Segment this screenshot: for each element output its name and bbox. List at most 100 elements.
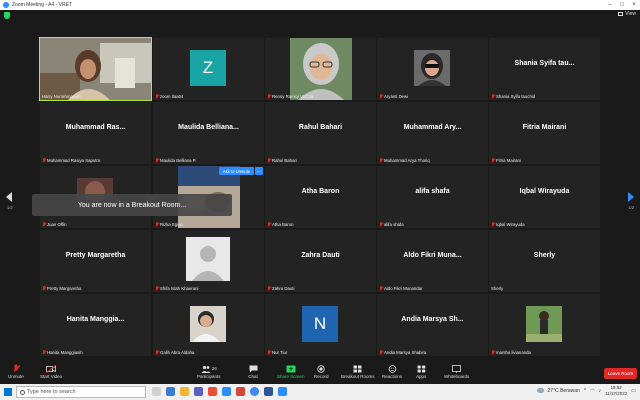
- zoom-taskbar-icon[interactable]: [278, 387, 287, 396]
- mic-muted-icon: [267, 94, 271, 99]
- meeting-top-strip: View: [0, 10, 640, 22]
- system-tray: 27°C Berawan ^ ◠ ♪ 18:52 11/17/2022 ▭: [536, 385, 636, 396]
- mic-muted-icon: [379, 350, 383, 355]
- video-tile[interactable]: Fitria Mairani Fitria Mairani: [489, 102, 600, 164]
- chat-button[interactable]: Chat: [248, 364, 258, 379]
- chrome-icon[interactable]: [250, 387, 259, 396]
- taskbar-clock[interactable]: 18:52 11/17/2022: [605, 385, 627, 396]
- video-tile[interactable]: Harry Nurrahmawati: [39, 37, 152, 101]
- view-label: View: [625, 11, 636, 17]
- security-shield-icon[interactable]: [4, 12, 10, 19]
- participant-name-label: Zahra Dauti: [267, 286, 294, 291]
- store-icon[interactable]: [194, 387, 203, 396]
- participant-photo: [190, 306, 226, 342]
- file-explorer-icon[interactable]: [180, 387, 189, 396]
- participants-icon: 26: [199, 364, 219, 373]
- reactions-button[interactable]: Reactions: [382, 364, 402, 379]
- gallery-view: Harry Nurrahmawati Z zoom tlaa04 Renny R…: [0, 22, 640, 362]
- mail-icon[interactable]: [208, 387, 217, 396]
- zoom-logo-icon: [3, 2, 9, 8]
- participant-name-label: Sherly: [491, 286, 504, 291]
- volume-icon[interactable]: ♪: [599, 388, 602, 394]
- participant-display-name: Sherly: [533, 252, 556, 259]
- video-tile[interactable]: Maulida Belliana... Maulida Belliana P.: [153, 102, 264, 164]
- edge-icon[interactable]: [166, 387, 175, 396]
- default-avatar-icon: [186, 237, 230, 281]
- previous-page-arrow[interactable]: [6, 192, 12, 202]
- video-tile[interactable]: Atha Baron Atha Baron: [265, 166, 376, 228]
- wifi-icon[interactable]: ◠: [590, 388, 594, 394]
- mic-muted-icon: [379, 222, 383, 227]
- participant-display-name: Iqbal Wirayuda: [519, 188, 570, 195]
- mic-muted-icon: [491, 350, 495, 355]
- mic-off-icon: [11, 364, 21, 373]
- minimize-icon[interactable]: –: [604, 2, 616, 8]
- video-tile[interactable]: Sherly Sherly: [489, 230, 600, 292]
- participant-name-label: Galih Abra Aldaha: [155, 350, 194, 355]
- participant-display-name: Hanita Manggia...: [66, 316, 125, 323]
- start-video-button[interactable]: Start Video: [40, 364, 62, 379]
- video-off-icon: [46, 364, 57, 373]
- windows-start-icon[interactable]: [4, 388, 12, 396]
- leave-room-button[interactable]: Leave Room: [604, 368, 637, 379]
- video-tile[interactable]: Shifa Islah Khaerani: [153, 230, 264, 292]
- notification-icon[interactable]: ▭: [631, 388, 636, 394]
- word-icon[interactable]: [264, 387, 273, 396]
- close-icon[interactable]: ×: [628, 2, 640, 8]
- taskbar-search-input[interactable]: Type here to search: [16, 386, 146, 398]
- search-icon: [20, 390, 25, 395]
- participant-name-label: Rizka Egian: [155, 222, 183, 227]
- view-button[interactable]: View: [618, 11, 636, 17]
- breakout-rooms-button[interactable]: Breakout Rooms: [341, 364, 375, 379]
- video-tile[interactable]: Andia Marsya Sh... Andia Marsya Shabira: [377, 294, 488, 356]
- participant-display-name: Shania Syifa tau...: [514, 60, 575, 67]
- video-tile[interactable]: Z zoom tlaa04: [153, 38, 264, 100]
- mic-muted-icon: [42, 350, 46, 355]
- video-tile[interactable]: Iqbal Wirayuda Iqbal Wirayuda: [489, 166, 600, 228]
- video-tile[interactable]: Renny Ramsy VI/Cha: [265, 38, 376, 100]
- mic-muted-icon: [491, 94, 495, 99]
- mic-muted-icon: [155, 222, 159, 227]
- video-tile[interactable]: Rahul Bahari Rahul Bahari: [265, 102, 376, 164]
- video-tile[interactable]: Pretty Margaretha Pretty Margaretha: [40, 230, 151, 292]
- video-tile[interactable]: Shania Syifa tau... Shania Syifa tauchid: [489, 38, 600, 100]
- record-button[interactable]: Record: [314, 364, 329, 379]
- tray-arrow-icon[interactable]: ^: [584, 388, 586, 394]
- next-page-arrow[interactable]: [628, 192, 634, 202]
- video-tile[interactable]: Hanita Manggia... Hanita Manggiasih: [40, 294, 151, 356]
- video-tile[interactable]: Zahra Dauti Zahra Dauti: [265, 230, 376, 292]
- video-tile[interactable]: alifa shafa alifa shafa: [377, 166, 488, 228]
- unmute-button[interactable]: Unmute: [8, 364, 24, 379]
- mic-muted-icon: [155, 286, 159, 291]
- apps-button[interactable]: Apps: [416, 364, 426, 379]
- task-view-icon[interactable]: [152, 387, 161, 396]
- mic-muted-icon: [379, 158, 383, 163]
- share-screen-button[interactable]: Share Screen: [277, 364, 305, 379]
- video-tile[interactable]: N Nur Tiur: [265, 294, 376, 356]
- office-icon[interactable]: [236, 387, 245, 396]
- record-icon: [316, 364, 326, 373]
- mic-muted-icon: [267, 286, 271, 291]
- breakout-room-toast: You are now in a Breakout Room...: [32, 194, 232, 216]
- maximize-icon[interactable]: □: [616, 2, 628, 8]
- video-tile[interactable]: Aldo Fikri Muna... Aldo Fikri Munandar: [377, 230, 488, 292]
- participant-name-label: Pretty Margaretha: [42, 286, 81, 291]
- video-tile[interactable]: Galih Abra Aldaha: [153, 294, 264, 356]
- more-options-button[interactable]: ...: [255, 167, 263, 175]
- participant-name-label: Fitria Mairani: [491, 158, 521, 163]
- video-tile[interactable]: marsha livianandа: [489, 294, 600, 356]
- video-tile[interactable]: Aryanti Dewi: [377, 38, 488, 100]
- settings-icon[interactable]: [222, 387, 231, 396]
- video-tile[interactable]: Muhammad Ary... Muhammad Arya Thoriq: [377, 102, 488, 164]
- participant-display-name: Zahra Dauti: [301, 252, 340, 259]
- ask-to-unmute-button[interactable]: Ask to Unmute: [219, 167, 254, 175]
- weather-icon: [536, 388, 544, 393]
- participant-photo: [290, 38, 352, 100]
- participant-name-label: Atha Baron: [267, 222, 294, 227]
- breakout-rooms-icon: [353, 364, 363, 373]
- participants-button[interactable]: 26 Participants: [197, 364, 221, 379]
- whiteboards-button[interactable]: Whiteboards: [444, 364, 469, 379]
- participant-name-label: Muhammad Rasiya Saputra: [42, 158, 100, 163]
- participant-display-name: Muhammad Ras...: [65, 124, 126, 131]
- video-tile[interactable]: Muhammad Ras... Muhammad Rasiya Saputra: [40, 102, 151, 164]
